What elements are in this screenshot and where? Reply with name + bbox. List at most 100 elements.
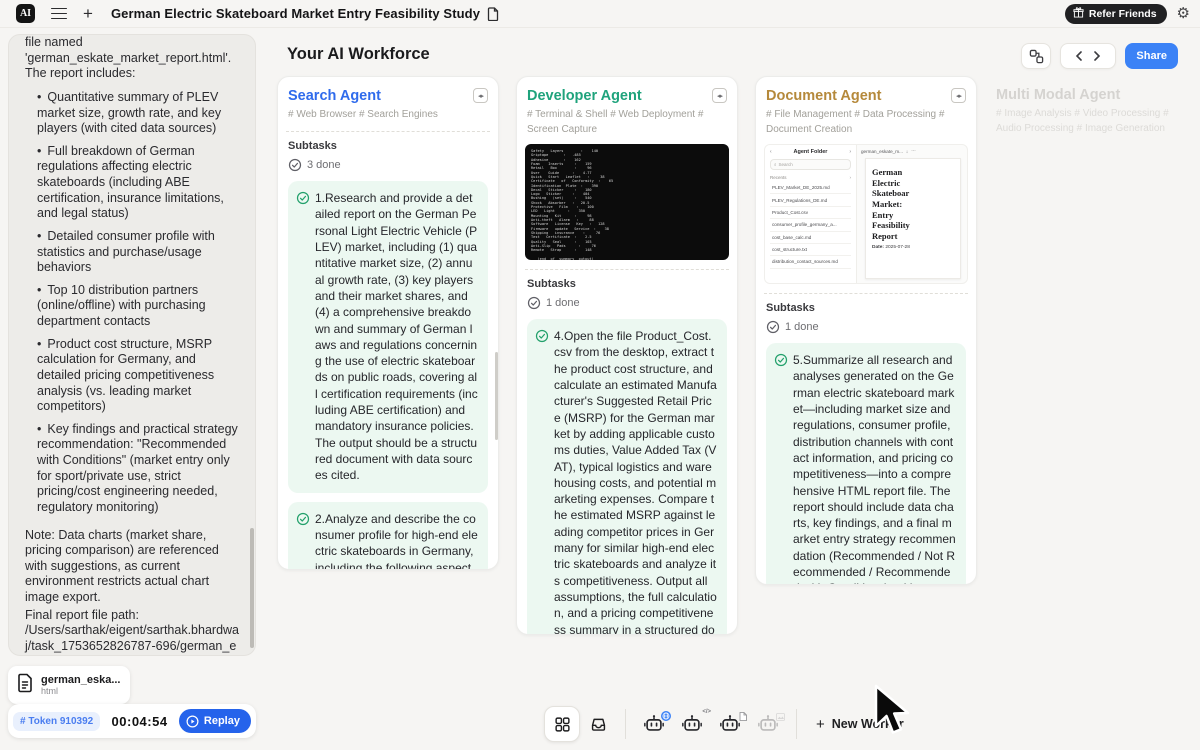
attached-file-chip[interactable]: german_eska... html xyxy=(8,666,130,704)
grid-view-button[interactable] xyxy=(544,706,580,742)
agent-folder-panel[interactable]: ‹ Agent Folder › ⌕ Search Recents› PLEV_… xyxy=(765,145,857,283)
refer-friends-button[interactable]: Refer Friends xyxy=(1065,4,1167,24)
report-bullet: •Detailed consumer profile with statisti… xyxy=(25,229,241,276)
subtasks-label: Subtasks xyxy=(288,140,488,152)
multimodal-agent-dock-button[interactable] xyxy=(751,707,785,741)
app-logo-icon[interactable]: AI xyxy=(16,4,35,23)
document-preview[interactable]: ‹ Agent Folder › ⌕ Search Recents› PLEV_… xyxy=(764,144,968,284)
file-list-item[interactable]: cost_structure.txt xyxy=(770,244,851,256)
report-intro-text: file named 'german_eskate_market_report.… xyxy=(25,35,241,82)
document-badge-icon xyxy=(739,708,747,726)
chevron-left-icon: ‹ xyxy=(770,149,772,155)
document-date: Date: 2025-07-28 xyxy=(872,245,954,250)
download-icon[interactable]: ↓ xyxy=(906,149,908,154)
report-path-label: Final report file path: xyxy=(25,608,241,624)
subtask-text: 1.Research and provide a detailed report… xyxy=(315,190,478,484)
inbox-button[interactable] xyxy=(580,706,616,742)
chat-sidebar[interactable]: file named 'german_eskate_market_report.… xyxy=(8,34,256,656)
document-title: German Electric Skateboar Market: Entry … xyxy=(872,167,954,241)
subtasks-label: Subtasks xyxy=(527,278,727,290)
done-count: 1 done xyxy=(766,320,966,334)
file-list-item[interactable]: PLEV_Regulations_DE.md xyxy=(770,194,851,206)
agent-card-developer[interactable]: Developer Agent ◂▸ # Terminal & Shell # … xyxy=(516,76,738,635)
document-agent-dock-button[interactable] xyxy=(713,707,747,741)
robot-icon xyxy=(681,713,703,735)
search-agent-dock-button[interactable] xyxy=(637,707,671,741)
play-circle-icon xyxy=(186,715,199,728)
agent-name: Search Agent xyxy=(288,88,381,104)
check-circle-icon xyxy=(527,296,541,310)
robot-icon xyxy=(719,713,741,735)
card-pager xyxy=(1060,43,1116,69)
file-list-item[interactable]: Product_Cost.csv xyxy=(770,207,851,219)
divider xyxy=(625,709,626,739)
expand-icon[interactable]: ◂▸ xyxy=(951,88,966,103)
agent-tags: # File Management # Data Processing # Do… xyxy=(766,107,966,137)
sidebar-scrollbar[interactable] xyxy=(250,528,254,648)
settings-gear-icon[interactable]: ⚙ xyxy=(1177,6,1190,21)
done-count-label: 1 done xyxy=(546,297,580,309)
divider xyxy=(796,709,797,739)
more-icon[interactable]: ⋯ xyxy=(911,148,916,154)
done-count-label: 1 done xyxy=(785,321,819,333)
document-page: German Electric Skateboar Market: Entry … xyxy=(865,158,961,279)
subtask-item[interactable]: 4.Open the file Product_Cost.csv from th… xyxy=(527,319,727,635)
subtask-item[interactable]: 2.Analyze and describe the consumer prof… xyxy=(288,502,488,570)
replay-label: Replay xyxy=(204,715,240,727)
document-tab-label[interactable]: german_eskate_m... xyxy=(861,149,903,154)
check-circle-icon xyxy=(288,158,302,172)
card-scrollbar[interactable] xyxy=(495,352,498,440)
replay-button[interactable]: Replay xyxy=(179,709,251,733)
session-bar: # Token 910392 00:04:54 Replay xyxy=(8,704,256,738)
new-worker-button[interactable]: + New Worker xyxy=(816,716,904,733)
file-chip-type: html xyxy=(41,686,121,696)
agent-name: Developer Agent xyxy=(527,88,642,104)
file-chip-name: german_eska... xyxy=(41,674,121,686)
globe-badge-icon xyxy=(661,708,671,726)
folder-search-input[interactable]: ⌕ Search xyxy=(770,159,851,170)
done-count: 1 done xyxy=(527,296,727,310)
subtask-text: 2.Analyze and describe the consumer prof… xyxy=(315,511,478,570)
workflow-view-button[interactable] xyxy=(1021,43,1051,69)
menu-icon[interactable] xyxy=(51,8,67,20)
terminal-preview[interactable]: Safety Layers : 140 Griptape : .485 Adhe… xyxy=(525,144,729,260)
new-worker-label: New Worker xyxy=(832,717,904,731)
code-badge-icon: </> xyxy=(702,709,711,715)
chevron-left-icon[interactable] xyxy=(1075,51,1083,61)
agent-card-document[interactable]: Document Agent ◂▸ # File Management # Da… xyxy=(755,76,977,585)
file-list-item[interactable]: PLEV_Market_DE_2025.md xyxy=(770,182,851,194)
workforce-toolbar: Share xyxy=(1021,43,1178,69)
file-icon[interactable] xyxy=(487,7,500,21)
report-bullet: •Key findings and practical strategy rec… xyxy=(25,422,241,516)
expand-icon[interactable]: ◂▸ xyxy=(473,88,488,103)
inbox-icon xyxy=(589,715,608,734)
agent-card-multimodal: Multi Modal Agent # Image Analysis # Vid… xyxy=(996,87,1188,136)
subtask-item[interactable]: 1.Research and provide a detailed report… xyxy=(288,181,488,493)
report-bullet: •Top 10 distribution partners (online/of… xyxy=(25,283,241,330)
plus-icon: + xyxy=(816,716,825,733)
expand-icon[interactable]: ◂▸ xyxy=(712,88,727,103)
file-list-item[interactable]: consumer_profile_germany_a... xyxy=(770,219,851,231)
agent-name: Multi Modal Agent xyxy=(996,87,1188,103)
page-title: Your AI Workforce xyxy=(287,45,430,64)
subtask-text: 5.Summarize all research and analyses ge… xyxy=(793,352,956,585)
token-count-badge: # Token 910392 xyxy=(13,712,100,731)
done-count-label: 3 done xyxy=(307,159,341,171)
subtask-item[interactable]: 5.Summarize all research and analyses ge… xyxy=(766,343,966,585)
refer-friends-label: Refer Friends xyxy=(1089,8,1157,20)
check-circle-icon xyxy=(296,512,310,526)
search-icon: ⌕ xyxy=(774,162,777,167)
chevron-right-icon[interactable] xyxy=(1093,51,1101,61)
agent-tags: # Terminal & Shell # Web Deployment # Sc… xyxy=(527,107,727,137)
divider xyxy=(286,131,490,132)
agent-name: Document Agent xyxy=(766,88,881,104)
file-list-item[interactable]: cost_base_calc.md xyxy=(770,232,851,244)
file-list-item[interactable]: distribution_contact_sources.md xyxy=(770,256,851,268)
share-button[interactable]: Share xyxy=(1125,43,1178,69)
document-viewer-panel[interactable]: german_eskate_m... ↓ ⋯ German Electric S… xyxy=(857,145,967,283)
subtasks-label: Subtasks xyxy=(766,302,966,314)
new-task-button[interactable]: + xyxy=(83,5,93,22)
agent-card-search[interactable]: Search Agent ◂▸ # Web Browser # Search E… xyxy=(277,76,499,570)
developer-agent-dock-button[interactable]: </> xyxy=(675,707,709,741)
check-circle-icon xyxy=(774,353,788,367)
